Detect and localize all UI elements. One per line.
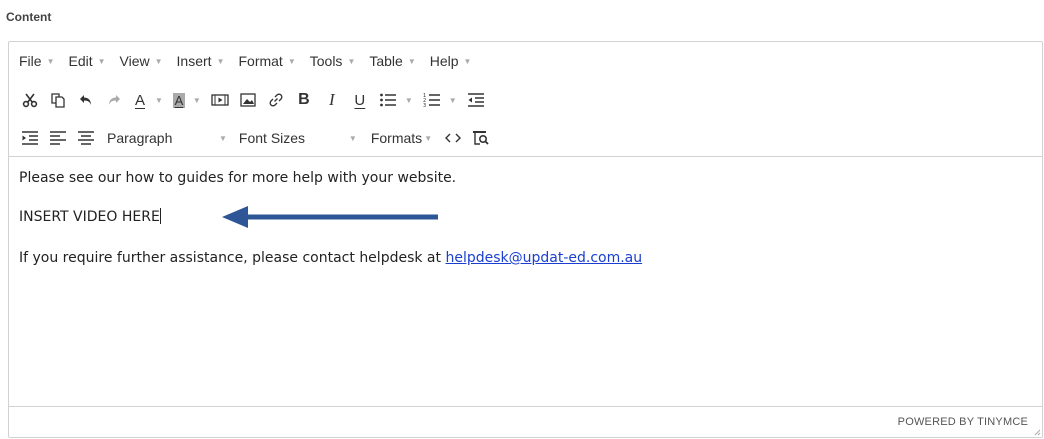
chevron-down-icon: ▼ (46, 56, 55, 66)
search-replace-button[interactable] (468, 126, 494, 150)
outdent-icon (467, 93, 484, 107)
powered-by-tinymce-link[interactable]: POWERED BY TINYMCE (898, 416, 1028, 428)
formats-dropdown-label: Formats (370, 130, 423, 146)
menu-file[interactable]: File ▼ (19, 53, 54, 69)
link-icon (269, 93, 283, 107)
bold-icon: B (298, 91, 310, 108)
image-icon (240, 93, 256, 107)
field-label-content: Content (6, 10, 52, 24)
menu-format[interactable]: Format ▼ (238, 53, 295, 69)
background-color-icon: A (172, 92, 186, 108)
numbered-list-button[interactable]: 123 (419, 88, 445, 112)
align-left-button[interactable] (45, 126, 71, 150)
chevron-down-icon[interactable]: ▼ (424, 134, 432, 143)
menu-tools-label: Tools (309, 53, 343, 69)
chevron-down-icon: ▼ (407, 56, 416, 66)
menu-help-label: Help (429, 53, 459, 69)
background-color-button[interactable]: A (169, 88, 189, 112)
indent-icon (22, 131, 38, 145)
bullet-list-icon (379, 93, 396, 107)
font-sizes-dropdown[interactable]: Font Sizes (239, 130, 347, 146)
chevron-down-icon[interactable]: ▼ (449, 96, 457, 105)
editor-menubar: File ▼ Edit ▼ View ▼ Insert ▼ Format ▼ Tools ▼… (9, 42, 1042, 80)
scissors-icon (22, 93, 38, 108)
video-icon (211, 94, 229, 106)
editor-toolbar-row-1: A ▼ A ▼ B I U ▼ 123 ▼ (9, 82, 1042, 118)
undo-button[interactable] (73, 88, 99, 112)
menu-help[interactable]: Help ▼ (430, 53, 472, 69)
menu-format-label: Format (238, 53, 283, 69)
chevron-down-icon: ▼ (347, 56, 356, 66)
menu-file-label: File (19, 53, 42, 69)
insert-video-text: INSERT VIDEO HERE (19, 209, 160, 225)
editor-content-area[interactable]: Please see our how to guides for more he… (9, 156, 1042, 407)
code-icon (445, 133, 462, 143)
align-center-button[interactable] (73, 126, 99, 150)
menu-table-label: Table (369, 53, 403, 69)
editor-statusbar: POWERED BY TINYMCE (9, 406, 1042, 437)
chevron-down-icon[interactable]: ▼ (155, 96, 163, 105)
menu-edit[interactable]: Edit ▼ (68, 53, 105, 69)
align-center-icon (78, 131, 94, 145)
chevron-down-icon[interactable]: ▼ (405, 96, 413, 105)
chevron-down-icon: ▼ (463, 56, 472, 66)
insert-media-button[interactable] (207, 88, 233, 112)
editor-toolbar-row-2: Paragraph ▼ Font Sizes ▼ Formats ▼ (9, 120, 1042, 156)
content-paragraph-insert-video[interactable]: INSERT VIDEO HERE (19, 208, 161, 225)
numbered-list-icon: 123 (423, 93, 440, 108)
source-code-button[interactable] (440, 126, 466, 150)
menu-tools[interactable]: Tools ▼ (310, 53, 356, 69)
copy-button[interactable] (45, 88, 71, 112)
bullet-list-button[interactable] (375, 88, 401, 112)
underline-icon: U (354, 91, 366, 109)
outdent-button[interactable] (463, 88, 489, 112)
text-cursor (159, 208, 161, 224)
menu-view-label: View (119, 53, 150, 69)
text-color-button[interactable]: A (129, 88, 151, 112)
content-paragraph-contact[interactable]: If you require further assistance, pleas… (19, 250, 642, 266)
paragraph-dropdown[interactable]: Paragraph (107, 130, 217, 146)
content-paragraph-guides[interactable]: Please see our how to guides for more he… (19, 170, 456, 186)
redo-icon (109, 95, 120, 105)
redo-button[interactable] (101, 88, 127, 112)
paragraph-dropdown-label: Paragraph (107, 130, 173, 146)
formats-dropdown[interactable]: Formats (371, 130, 422, 146)
menu-insert-label: Insert (176, 53, 212, 69)
insert-image-button[interactable] (235, 88, 261, 112)
annotation-arrow-icon (222, 206, 438, 228)
contact-text: If you require further assistance, pleas… (19, 250, 446, 266)
cut-button[interactable] (17, 88, 43, 112)
insert-link-button[interactable] (263, 88, 289, 112)
rich-text-editor: File ▼ Edit ▼ View ▼ Insert ▼ Format ▼ Tools ▼… (8, 41, 1043, 438)
svg-text:3: 3 (423, 103, 426, 108)
bold-button[interactable]: B (291, 88, 317, 112)
menu-view[interactable]: View ▼ (120, 53, 163, 69)
copy-icon (51, 93, 65, 108)
align-left-icon (50, 131, 66, 145)
chevron-down-icon: ▼ (154, 56, 163, 66)
text-color-icon: A (134, 91, 145, 109)
undo-icon (80, 95, 91, 105)
underline-button[interactable]: U (347, 88, 373, 112)
search-replace-icon (473, 131, 489, 145)
chevron-down-icon: ▼ (216, 56, 225, 66)
italic-button[interactable]: I (319, 88, 345, 112)
helpdesk-email-link[interactable]: helpdesk@updat-ed.com.au (445, 250, 642, 266)
resize-handle-icon[interactable] (1033, 428, 1041, 436)
menu-edit-label: Edit (68, 53, 93, 69)
menu-table[interactable]: Table ▼ (369, 53, 415, 69)
font-sizes-dropdown-label: Font Sizes (238, 130, 306, 146)
italic-icon: I (329, 90, 335, 109)
chevron-down-icon[interactable]: ▼ (349, 134, 357, 143)
indent-button[interactable] (17, 126, 43, 150)
chevron-down-icon: ▼ (287, 56, 296, 66)
chevron-down-icon[interactable]: ▼ (219, 134, 227, 143)
chevron-down-icon[interactable]: ▼ (193, 96, 201, 105)
chevron-down-icon: ▼ (97, 56, 106, 66)
menu-insert[interactable]: Insert ▼ (177, 53, 225, 69)
